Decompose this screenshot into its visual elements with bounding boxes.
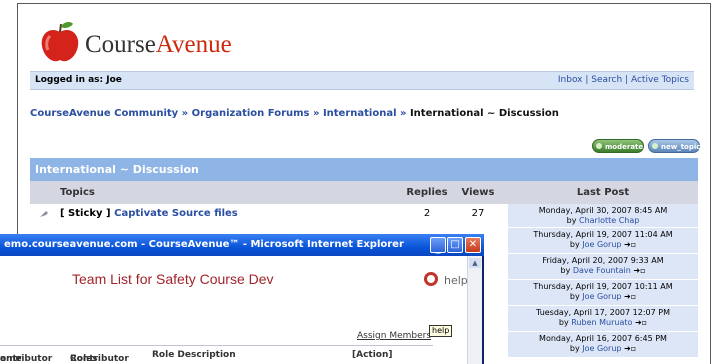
last-post-date: Thursday, April 19, 2007 10:11 AM <box>533 282 673 291</box>
search-link[interactable]: Search <box>591 75 622 85</box>
last-post-author[interactable]: Ruben Muruato <box>571 318 632 327</box>
last-post-by: by <box>569 240 580 249</box>
ie-content: Team List for Safety Course Dev help Ass… <box>0 256 482 364</box>
breadcrumb-sep: » <box>178 108 192 119</box>
last-post-cell: Tuesday, April 17, 2007 12:07 PM by Rube… <box>508 306 698 332</box>
breadcrumb-org-forums[interactable]: Organization Forums <box>192 108 310 119</box>
topic-title: [ Sticky ] Captivate Source files <box>60 208 238 219</box>
last-post-cell: Friday, April 20, 2007 9:33 AM by Dave F… <box>508 254 698 280</box>
team-list-title: Team List for Safety Course Dev <box>72 271 274 287</box>
last-post-date: Monday, April 30, 2007 8:45 AM <box>538 206 668 215</box>
last-post-author[interactable]: Joe Gorup <box>582 344 621 353</box>
logged-in-label: Logged in as: Joe <box>35 75 122 85</box>
topics-table-header: Topics Replies Views Last Post <box>30 181 698 204</box>
close-button[interactable]: ✕ <box>465 237 481 253</box>
last-post-author[interactable]: Joe Gorup <box>582 240 621 249</box>
scrollbar[interactable]: ▲ <box>467 256 482 364</box>
last-post-date: Friday, April 20, 2007 9:33 AM <box>542 256 664 265</box>
brand-part2: Avenue <box>155 31 232 58</box>
last-post-author[interactable]: Charlotte Chap <box>579 216 639 225</box>
goto-post-icon[interactable]: ➜▫ <box>633 266 645 275</box>
last-post-date: Thursday, April 19, 2007 11:04 AM <box>533 230 673 239</box>
brand-name: CourseAvenue <box>85 31 232 59</box>
last-post-by: by <box>560 266 571 275</box>
ie-window-title: emo.courseavenue.com - CourseAvenue™ - M… <box>4 239 404 250</box>
last-post-author[interactable]: Dave Fountain <box>573 266 631 275</box>
last-post-cell: Thursday, April 19, 2007 11:04 AM by Joe… <box>508 228 698 254</box>
breadcrumb-current: International ~ Discussion <box>409 108 559 119</box>
last-post-cell: Monday, April 30, 2007 8:45 AM by Charlo… <box>508 204 698 228</box>
goto-post-icon[interactable]: ➜▫ <box>624 240 636 249</box>
goto-post-icon[interactable]: ➜▫ <box>624 344 636 353</box>
col-action[interactable]: [Action] <box>352 350 393 360</box>
goto-post-icon[interactable]: ➜▫ <box>635 318 647 327</box>
last-post-cell: Monday, April 16, 2007 6:45 PM by Joe Go… <box>508 332 698 358</box>
courseavenue-logo[interactable]: CourseAvenue <box>38 18 258 66</box>
minimize-button[interactable]: _ <box>430 237 446 254</box>
breadcrumb-international[interactable]: International <box>323 108 397 119</box>
last-post-by: by <box>566 216 577 225</box>
apple-icon <box>41 22 79 62</box>
maximize-button[interactable]: □ <box>447 237 463 253</box>
topic-link[interactable]: Captivate Source files <box>114 208 238 219</box>
breadcrumb: CourseAvenue Community » Organization Fo… <box>30 108 559 119</box>
last-post-cell: Thursday, April 19, 2007 10:11 AM by Joe… <box>508 280 698 306</box>
col-views[interactable]: Views <box>456 181 500 204</box>
breadcrumb-community[interactable]: CourseAvenue Community <box>30 108 178 119</box>
last-post-by: by <box>558 318 569 327</box>
table-row: [ Sticky ] Captivate Source files 2 27 M… <box>30 204 698 228</box>
moderate-button[interactable]: moderate <box>592 139 644 153</box>
views-count: 27 <box>471 208 485 219</box>
help-tooltip: help <box>429 325 453 337</box>
col-role-description[interactable]: Role Description <box>152 350 236 360</box>
login-bar: Logged in as: Joe Inbox | Search | Activ… <box>30 71 694 90</box>
ie-popup-window[interactable]: emo.courseavenue.com - CourseAvenue™ - M… <box>0 234 484 364</box>
last-post-date: Monday, April 16, 2007 6:45 PM <box>539 334 667 343</box>
forum-title: International ~ Discussion <box>30 158 698 181</box>
breadcrumb-sep: » <box>396 108 410 119</box>
col-topics[interactable]: Topics <box>60 181 95 204</box>
sticky-pin-icon <box>40 211 48 217</box>
last-post-by: by <box>569 292 580 301</box>
col-last-post[interactable]: Last Post <box>508 181 698 204</box>
top-links: Inbox | Search | Active Topics <box>557 75 689 85</box>
inbox-link[interactable]: Inbox <box>558 75 583 85</box>
breadcrumb-sep: » <box>309 108 323 119</box>
last-post-by: by <box>569 344 580 353</box>
last-post-author[interactable]: Joe Gorup <box>582 292 621 301</box>
new-topic-button[interactable]: new_topic <box>648 139 700 153</box>
scroll-up-arrow[interactable]: ▲ <box>469 258 481 268</box>
active-topics-link[interactable]: Active Topics <box>631 75 689 85</box>
help-link[interactable]: help <box>444 274 468 287</box>
lifebuoy-icon[interactable] <box>424 272 438 286</box>
action-icons[interactable] <box>359 360 383 364</box>
col-replies[interactable]: Replies <box>404 181 450 204</box>
last-post-date: Tuesday, April 17, 2007 12:07 PM <box>536 308 670 317</box>
replies-count: 2 <box>423 208 431 219</box>
col-contributor-roles-line2: Roles <box>70 354 98 364</box>
col-contributor-name-line2: ame <box>0 354 22 364</box>
assign-members-link[interactable]: Assign Members <box>357 331 431 341</box>
ie-title-bar[interactable]: emo.courseavenue.com - CourseAvenue™ - M… <box>0 234 484 256</box>
sticky-label: [ Sticky ] <box>60 208 111 219</box>
goto-post-icon[interactable]: ➜▫ <box>624 292 636 301</box>
brand-part1: Course <box>85 31 156 58</box>
